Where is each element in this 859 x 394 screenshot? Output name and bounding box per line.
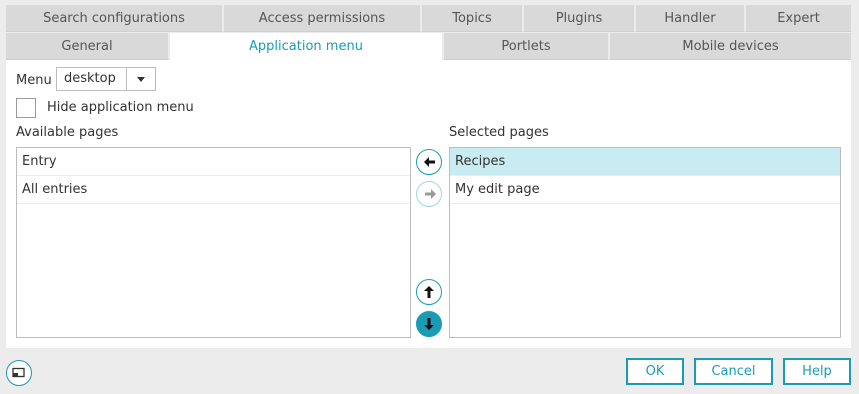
list-item[interactable]: All entries — [17, 176, 410, 204]
list-item[interactable]: My edit page — [450, 176, 840, 204]
tab-mobile-devices[interactable]: Mobile devices — [610, 33, 851, 60]
cancel-button[interactable]: Cancel — [694, 358, 773, 385]
selected-pages-label: Selected pages — [449, 125, 549, 140]
hide-menu-checkbox[interactable] — [16, 98, 36, 118]
tab-application-menu[interactable]: Application menu — [170, 33, 444, 60]
menu-label: Menu — [16, 73, 52, 88]
help-button[interactable]: Help — [783, 358, 851, 385]
arrow-up-icon — [424, 286, 434, 298]
chevron-down-icon — [137, 77, 145, 82]
move-up-button[interactable] — [416, 279, 442, 305]
tab-expert[interactable]: Expert — [746, 5, 851, 32]
hide-menu-label: Hide application menu — [47, 100, 194, 115]
tab-row-bottom: General Application menu Portlets Mobile… — [6, 33, 851, 60]
window-icon — [12, 367, 25, 378]
list-item[interactable]: Entry — [17, 148, 410, 176]
available-pages-label: Available pages — [16, 125, 119, 140]
tab-topics[interactable]: Topics — [422, 5, 524, 32]
move-left-button[interactable] — [416, 149, 442, 175]
menu-select-value: desktop — [64, 71, 116, 86]
application-menu-panel: Menu desktop Hide application menu Avail… — [6, 60, 851, 348]
move-right-button[interactable] — [416, 181, 442, 207]
available-pages-list[interactable]: Entry All entries — [16, 147, 411, 338]
selected-pages-list[interactable]: Recipes My edit page — [449, 147, 841, 338]
tab-portlets[interactable]: Portlets — [444, 33, 610, 60]
tab-general[interactable]: General — [6, 33, 170, 60]
tab-row-top: Search configurations Access permissions… — [6, 5, 851, 32]
tab-handler[interactable]: Handler — [636, 5, 746, 32]
window-toggle-button[interactable] — [6, 360, 32, 386]
arrow-right-icon — [425, 189, 436, 199]
arrow-left-icon — [424, 157, 435, 167]
ok-button[interactable]: OK — [626, 358, 684, 385]
move-down-button[interactable] — [416, 311, 442, 337]
menu-select-dropdown-button[interactable] — [126, 68, 155, 90]
tab-access-permissions[interactable]: Access permissions — [224, 5, 422, 32]
tab-plugins[interactable]: Plugins — [524, 5, 636, 32]
list-item[interactable]: Recipes — [450, 148, 840, 176]
tab-search-configurations[interactable]: Search configurations — [6, 5, 224, 32]
menu-select[interactable]: desktop — [56, 67, 156, 91]
arrow-down-icon — [424, 318, 434, 330]
